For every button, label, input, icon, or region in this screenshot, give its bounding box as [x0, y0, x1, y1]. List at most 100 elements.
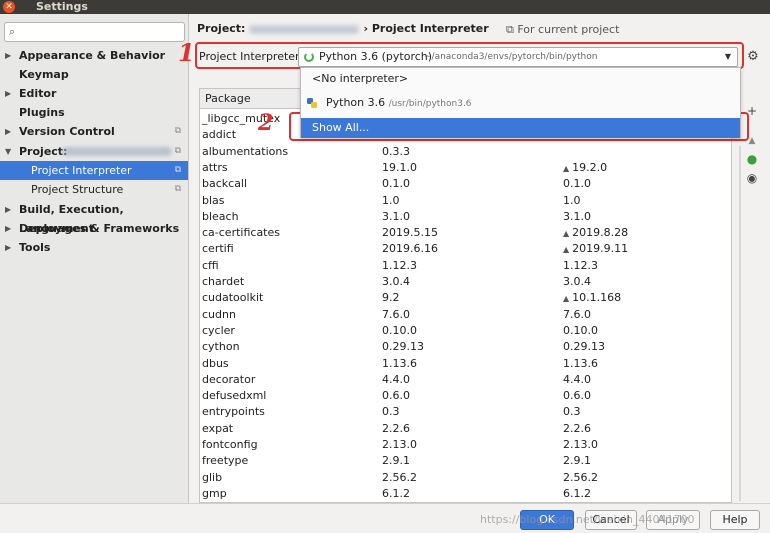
dropdown-item-label: Show All...: [312, 121, 370, 134]
expand-arrow-icon[interactable]: ▶: [5, 122, 11, 141]
table-row[interactable]: expat 2.2.6 2.2.6: [200, 421, 731, 437]
latest-version-cell: 1.0: [563, 193, 581, 209]
table-row[interactable]: dbus 1.13.6 1.13.6: [200, 356, 731, 372]
sidebar-item-tools[interactable]: ▶ Tools: [0, 238, 188, 257]
cell-text: cudatoolkit: [202, 291, 264, 305]
project-scope-icon: ⧉: [506, 23, 514, 36]
package-name-cell: blas: [202, 193, 225, 209]
latest-version-cell: 7.6.0: [563, 307, 591, 323]
table-row[interactable]: bleach 3.1.0 3.1.0: [200, 209, 731, 225]
table-row[interactable]: glib 2.56.2 2.56.2: [200, 470, 731, 486]
settings-search[interactable]: ⌕: [4, 22, 185, 42]
close-button[interactable]: ✕: [3, 1, 15, 13]
dropdown-item-no-interpreter[interactable]: <No interpreter>: [301, 69, 740, 89]
table-row[interactable]: entrypoints 0.3 0.3: [200, 404, 731, 420]
breadcrumb-page: Project Interpreter: [371, 22, 489, 35]
sidebar-item-appearance[interactable]: ▶ Appearance & Behavior: [0, 46, 188, 65]
column-header-package[interactable]: Package: [205, 89, 251, 109]
version-cell: 2.9.1: [382, 453, 410, 469]
sidebar-item-project[interactable]: ▼ Project: ⧉: [0, 142, 188, 161]
table-row[interactable]: defusedxml 0.6.0 0.6.0: [200, 388, 731, 404]
cell-text: 4.4.0: [563, 372, 591, 386]
search-input[interactable]: [23, 24, 181, 40]
cell-text: 2.56.2: [382, 470, 417, 484]
help-button[interactable]: Help: [710, 510, 760, 530]
table-row[interactable]: cffi 1.12.3 1.12.3: [200, 258, 731, 274]
dropdown-item-show-all[interactable]: Show All...: [301, 118, 740, 138]
expand-arrow-icon[interactable]: ▶: [5, 200, 11, 219]
table-row[interactable]: decorator 4.4.0 4.4.0: [200, 372, 731, 388]
interpreter-dropdown[interactable]: <No interpreter> Python 3.6 /usr/bin/pyt…: [300, 67, 741, 138]
cell-text: ca-certificates: [202, 226, 280, 240]
sidebar-item-label: Version Control: [19, 125, 115, 138]
version-cell: 0.3: [382, 404, 400, 420]
cell-text: 0.6.0: [382, 389, 410, 403]
expand-arrow-icon[interactable]: ▶: [5, 46, 11, 65]
cell-text: 2.56.2: [563, 470, 598, 484]
collapse-arrow-icon[interactable]: ▼: [5, 142, 11, 161]
upgrade-available-icon: ▲: [563, 163, 570, 173]
version-cell: 2019.6.16: [382, 241, 438, 257]
cell-text: fontconfig: [202, 438, 258, 451]
table-row[interactable]: certifi 2019.6.16 ▲ 2019.9.11: [200, 241, 731, 257]
version-cell: 2.2.6: [382, 421, 410, 437]
cell-text: 2.9.1: [382, 454, 410, 468]
dialog-footer: OK Cancel Apply Help https://blog.csdn.n…: [0, 503, 770, 533]
sidebar-item-editor[interactable]: ▶ Editor: [0, 84, 188, 103]
latest-version-cell: 2.2.6: [563, 421, 591, 437]
table-row[interactable]: fontconfig 2.13.0 2.13.0: [200, 437, 731, 453]
scrollbar[interactable]: [739, 146, 741, 501]
latest-version-cell: ▲ 10.1.168: [563, 290, 621, 307]
table-toolbar: + ▲ ● ◉: [743, 88, 763, 503]
table-row[interactable]: gmp 6.1.2 6.1.2: [200, 486, 731, 502]
table-row[interactable]: cython 0.29.13 0.29.13: [200, 339, 731, 355]
sidebar-item-project-interpreter[interactable]: Project Interpreter ⧉: [0, 161, 188, 180]
latest-version-cell: 6.1.2: [563, 486, 591, 502]
table-row[interactable]: cudatoolkit 9.2 ▲ 10.1.168: [200, 290, 731, 307]
expand-arrow-icon[interactable]: ▶: [5, 238, 11, 257]
dropdown-item-python36[interactable]: Python 3.6 /usr/bin/python3.6: [301, 93, 740, 113]
version-cell: 19.1.0: [382, 160, 417, 176]
table-row[interactable]: attrs 19.1.0 ▲ 19.2.0: [200, 160, 731, 176]
eye-icon[interactable]: ◉: [743, 169, 761, 187]
cell-text: 0.3: [563, 405, 581, 419]
sidebar-item-project-structure[interactable]: Project Structure ⧉: [0, 180, 188, 199]
cell-text: gmp: [202, 486, 227, 500]
version-cell: 6.1.2: [382, 486, 410, 502]
dropdown-item-path: /usr/bin/python3.6: [388, 99, 472, 109]
table-row[interactable]: cudnn 7.6.0 7.6.0: [200, 307, 731, 323]
sidebar-item-build[interactable]: ▶ Build, Execution, Deployment: [0, 200, 188, 235]
package-name-cell: defusedxml: [202, 388, 266, 404]
cell-text: 6.1.2: [563, 486, 591, 500]
conda-status-icon[interactable]: ●: [743, 150, 761, 168]
table-row[interactable]: freetype 2.9.1 2.9.1: [200, 453, 731, 469]
package-table[interactable]: Package _libgcc_mutex addict albumentation…: [199, 88, 732, 503]
sidebar-item-plugins[interactable]: Plugins: [0, 103, 188, 122]
cell-text: cython: [202, 340, 240, 354]
sidebar-item-keymap[interactable]: Keymap: [0, 65, 188, 84]
table-row[interactable]: chardet 3.0.4 3.0.4: [200, 274, 731, 290]
latest-version-cell: 1.13.6: [563, 356, 598, 372]
expand-arrow-icon[interactable]: ▶: [5, 84, 11, 103]
cell-text: bleach: [202, 209, 239, 223]
sidebar-item-languages[interactable]: ▶ Languages & Frameworks: [0, 219, 188, 238]
sidebar-item-label: Keymap: [19, 68, 69, 81]
package-name-cell: dbus: [202, 356, 229, 372]
table-row[interactable]: backcall 0.1.0 0.1.0: [200, 176, 731, 192]
version-cell: 3.1.0: [382, 209, 410, 225]
table-row[interactable]: ca-certificates 2019.5.15 ▲ 2019.8.28: [200, 225, 731, 241]
table-row[interactable]: cycler 0.10.0 0.10.0: [200, 323, 731, 339]
version-cell: 3.0.4: [382, 274, 410, 290]
table-row[interactable]: blas 1.0 1.0: [200, 193, 731, 209]
upgrade-available-icon: ▲: [563, 245, 570, 255]
version-cell: 2.56.2: [382, 470, 417, 486]
sidebar-item-version-control[interactable]: ▶ Version Control ⧉: [0, 122, 188, 141]
cell-text: 0.3.3: [382, 144, 410, 158]
annotation-box-interpreter: [195, 42, 744, 69]
cell-text: 2.13.0: [563, 438, 598, 451]
expand-arrow-icon[interactable]: ▶: [5, 219, 11, 238]
sidebar-item-label: Project Interpreter: [31, 164, 132, 177]
gear-icon[interactable]: ⚙: [745, 49, 761, 65]
table-row[interactable]: albumentations 0.3.3: [200, 144, 731, 160]
package-name-cell: bleach: [202, 209, 239, 225]
